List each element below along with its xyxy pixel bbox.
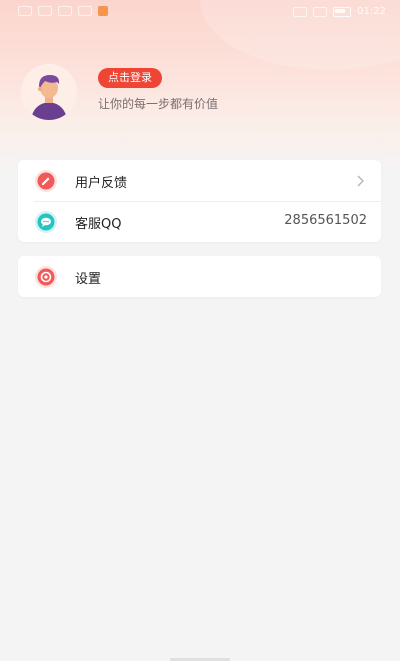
- status-bar-right: 01:22: [293, 6, 386, 17]
- settings-label: 设置: [75, 272, 102, 287]
- avatar[interactable]: [21, 64, 77, 120]
- battery-icon: [333, 6, 352, 17]
- target-icon: [34, 265, 58, 289]
- app-notification-icon: [98, 6, 108, 16]
- profile-slogan: 让你的每一步都有价值: [98, 97, 219, 111]
- menu-item-customer-qq[interactable]: 客服QQ 2856561502: [18, 201, 381, 242]
- alarm-icon: [293, 6, 308, 17]
- status-bar-left: [18, 6, 108, 16]
- notification-icon: [78, 6, 92, 16]
- menu-card-main: 用户反馈 客服QQ 2856561502: [18, 160, 381, 242]
- chevron-right-icon: [353, 173, 367, 187]
- customer-qq-label: 客服QQ: [75, 217, 122, 232]
- status-time: 01:22: [357, 6, 386, 17]
- edit-icon: [34, 169, 58, 193]
- login-button[interactable]: 点击登录: [98, 68, 162, 88]
- feedback-label: 用户反馈: [75, 176, 128, 191]
- status-bar: 01:22: [0, 0, 400, 24]
- menu-card-settings: 设置: [18, 256, 381, 297]
- sim-signal-icon: [18, 6, 32, 16]
- customer-qq-value: 2856561502: [284, 213, 367, 228]
- avatar-icon: [21, 64, 77, 120]
- signal-icon-2: [58, 6, 72, 16]
- vibrate-icon: [313, 6, 328, 17]
- menu-item-feedback[interactable]: 用户反馈: [18, 160, 381, 201]
- signal-icon: [38, 6, 52, 16]
- chat-bubble-icon: [34, 210, 58, 234]
- menu-item-settings[interactable]: 设置: [18, 256, 381, 297]
